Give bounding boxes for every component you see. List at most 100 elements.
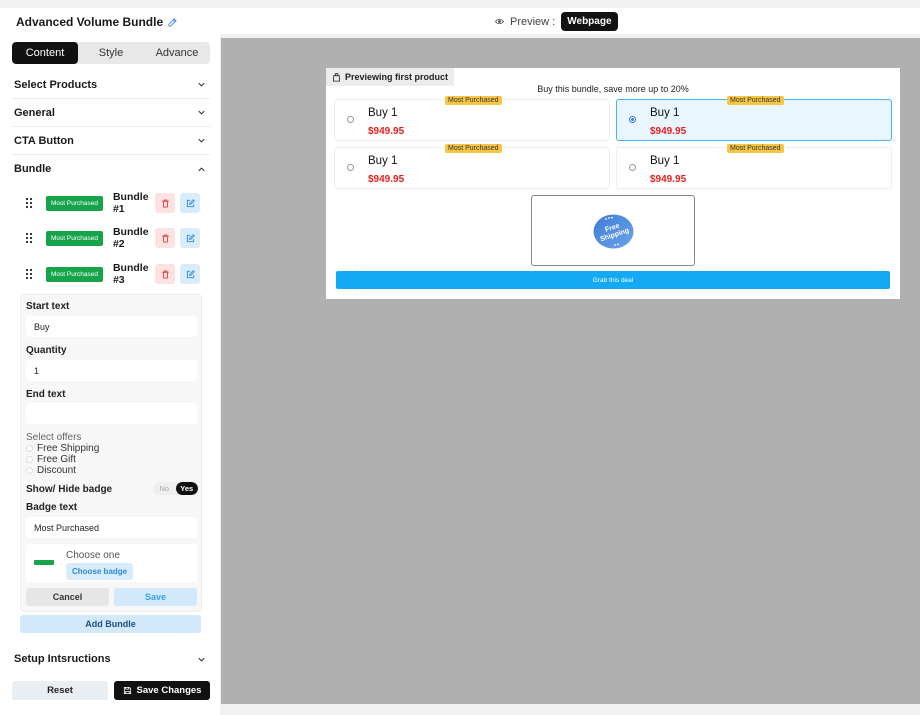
delete-bundle-button[interactable] — [155, 193, 175, 213]
offer-title: Buy 1 — [368, 107, 398, 119]
offer-radio[interactable] — [629, 164, 636, 171]
bundle-badge: Most Purchased — [46, 266, 103, 282]
save-button[interactable]: Save — [114, 588, 197, 606]
bundle-badge: Most Purchased — [46, 230, 103, 246]
section-label: Select Products — [14, 78, 98, 91]
sidebar: Content Style Advance Select Products Ge… — [0, 34, 220, 715]
offer-option-4[interactable]: Buy 1 $949.95 Most Purchased — [616, 144, 892, 189]
bundle-row-3: Most Purchased Bundle #3 — [20, 262, 200, 286]
tab-content[interactable]: Content — [12, 42, 78, 64]
edit-square-icon — [186, 198, 195, 207]
badge-chooser: Choose one Choose badge — [26, 544, 197, 582]
preview-mode-button[interactable]: Webpage — [561, 12, 618, 31]
grab-deal-button[interactable]: Grab this deal — [336, 271, 890, 289]
badge-text-input[interactable]: Most Purchased — [26, 517, 197, 538]
trash-icon — [161, 270, 169, 279]
chevron-down-icon — [198, 657, 205, 662]
offer-label: Discount — [37, 465, 76, 476]
app-title-text: Advanced Volume Bundle — [16, 15, 164, 29]
choose-one-label: Choose one — [66, 550, 120, 561]
badge-toggle-label: Show/ Hide badge — [26, 484, 113, 495]
sidebar-tabs: Content Style Advance — [12, 42, 210, 64]
end-text-input[interactable] — [26, 403, 197, 424]
choose-badge-button[interactable]: Choose badge — [66, 563, 134, 580]
badge-toggle[interactable]: No Yes — [153, 482, 198, 495]
quantity-label: Quantity — [26, 345, 67, 356]
badge-thumbnail — [34, 560, 54, 565]
chevron-down-icon — [198, 138, 205, 143]
app-title: Advanced Volume Bundle — [16, 15, 177, 29]
save-icon — [123, 686, 131, 695]
reset-button[interactable]: Reset — [12, 681, 108, 700]
delete-bundle-button[interactable] — [155, 264, 175, 284]
chevron-up-icon — [198, 166, 205, 171]
section-general[interactable]: General — [12, 99, 210, 127]
checkbox[interactable] — [26, 456, 33, 463]
cancel-button[interactable]: Cancel — [26, 588, 109, 606]
edit-bundle-button[interactable] — [180, 228, 200, 248]
offer-badge: Most Purchased — [445, 96, 502, 105]
checkbox[interactable] — [26, 467, 33, 474]
preview-switcher: Preview : Webpage — [495, 12, 618, 31]
bundle-headline: Buy this bundle, save more up to 20% — [537, 84, 689, 94]
checkbox[interactable] — [26, 445, 33, 452]
badge-text-label: Badge text — [26, 502, 78, 513]
chevron-down-icon — [198, 110, 205, 115]
offer-title: Buy 1 — [368, 155, 398, 167]
offer-price: $949.95 — [650, 174, 687, 185]
free-shipping-badge: Free Shipping — [593, 214, 634, 249]
offer-price: $949.95 — [650, 126, 687, 137]
section-setup-instructions[interactable]: Setup Intsructions — [12, 645, 210, 673]
offer-title: Buy 1 — [650, 155, 680, 167]
offer-option-2[interactable]: Buy 1 $949.95 Most Purchased — [616, 96, 892, 141]
save-changes-button[interactable]: Save Changes — [114, 681, 210, 700]
section-cta-button[interactable]: CTA Button — [12, 127, 210, 155]
edit-square-icon — [186, 233, 195, 242]
offer-badge: Most Purchased — [727, 96, 784, 105]
offer-radio[interactable] — [347, 164, 354, 171]
offer-badge: Most Purchased — [727, 144, 784, 153]
delete-bundle-button[interactable] — [155, 228, 175, 248]
offer-label: Free Shipping — [37, 443, 100, 454]
offer-gift-box: Free Shipping — [531, 195, 695, 266]
offer-radio[interactable] — [629, 116, 636, 123]
quantity-input[interactable]: 1 — [26, 360, 197, 381]
bundle-row-1: Most Purchased Bundle #1 — [20, 191, 200, 215]
toggle-yes[interactable]: Yes — [175, 482, 198, 495]
toggle-no[interactable]: No — [153, 482, 176, 495]
drag-handle-icon[interactable] — [24, 268, 34, 280]
offer-radio[interactable] — [347, 116, 354, 123]
offer-discount[interactable]: Discount — [26, 465, 76, 476]
trash-icon — [161, 199, 169, 208]
edit-bundle-button[interactable] — [180, 193, 200, 213]
offer-option-3[interactable]: Buy 1 $949.95 Most Purchased — [334, 144, 610, 189]
section-label: CTA Button — [14, 134, 74, 147]
bundle-name: Bundle #3 — [112, 262, 149, 286]
start-text-input[interactable]: Buy — [26, 316, 197, 337]
bundle-name: Bundle #1 — [112, 191, 149, 215]
previewing-text: Previewing first product — [345, 72, 449, 82]
bag-icon — [332, 72, 341, 82]
offer-free-shipping[interactable]: Free Shipping — [26, 443, 99, 454]
bundle-name: Bundle #2 — [112, 226, 149, 250]
drag-handle-icon[interactable] — [24, 197, 34, 209]
offer-option-1[interactable]: Buy 1 $949.95 Most Purchased — [334, 96, 610, 141]
top-bar: Advanced Volume Bundle Preview : Webpage — [0, 8, 920, 34]
section-bundle[interactable]: Bundle — [12, 155, 210, 183]
drag-handle-icon[interactable] — [24, 232, 34, 244]
section-label: General — [14, 106, 55, 119]
edit-icon[interactable] — [168, 17, 177, 27]
add-bundle-button[interactable]: Add Bundle — [20, 615, 201, 633]
edit-bundle-button[interactable] — [180, 264, 200, 284]
preview-canvas: Previewing first product Buy this bundle… — [221, 38, 920, 704]
bundle-editor: Start text Buy Quantity 1 End text Selec… — [20, 294, 202, 612]
section-label: Setup Intsructions — [14, 653, 111, 665]
tab-style[interactable]: Style — [78, 42, 144, 64]
save-changes-label: Save Changes — [136, 685, 202, 696]
bundle-badge: Most Purchased — [46, 195, 103, 211]
section-select-products[interactable]: Select Products — [12, 71, 210, 99]
tab-advance[interactable]: Advance — [144, 42, 210, 64]
trash-icon — [161, 234, 169, 243]
preview-label: Preview : — [510, 15, 556, 28]
offer-free-gift[interactable]: Free Gift — [26, 454, 76, 465]
